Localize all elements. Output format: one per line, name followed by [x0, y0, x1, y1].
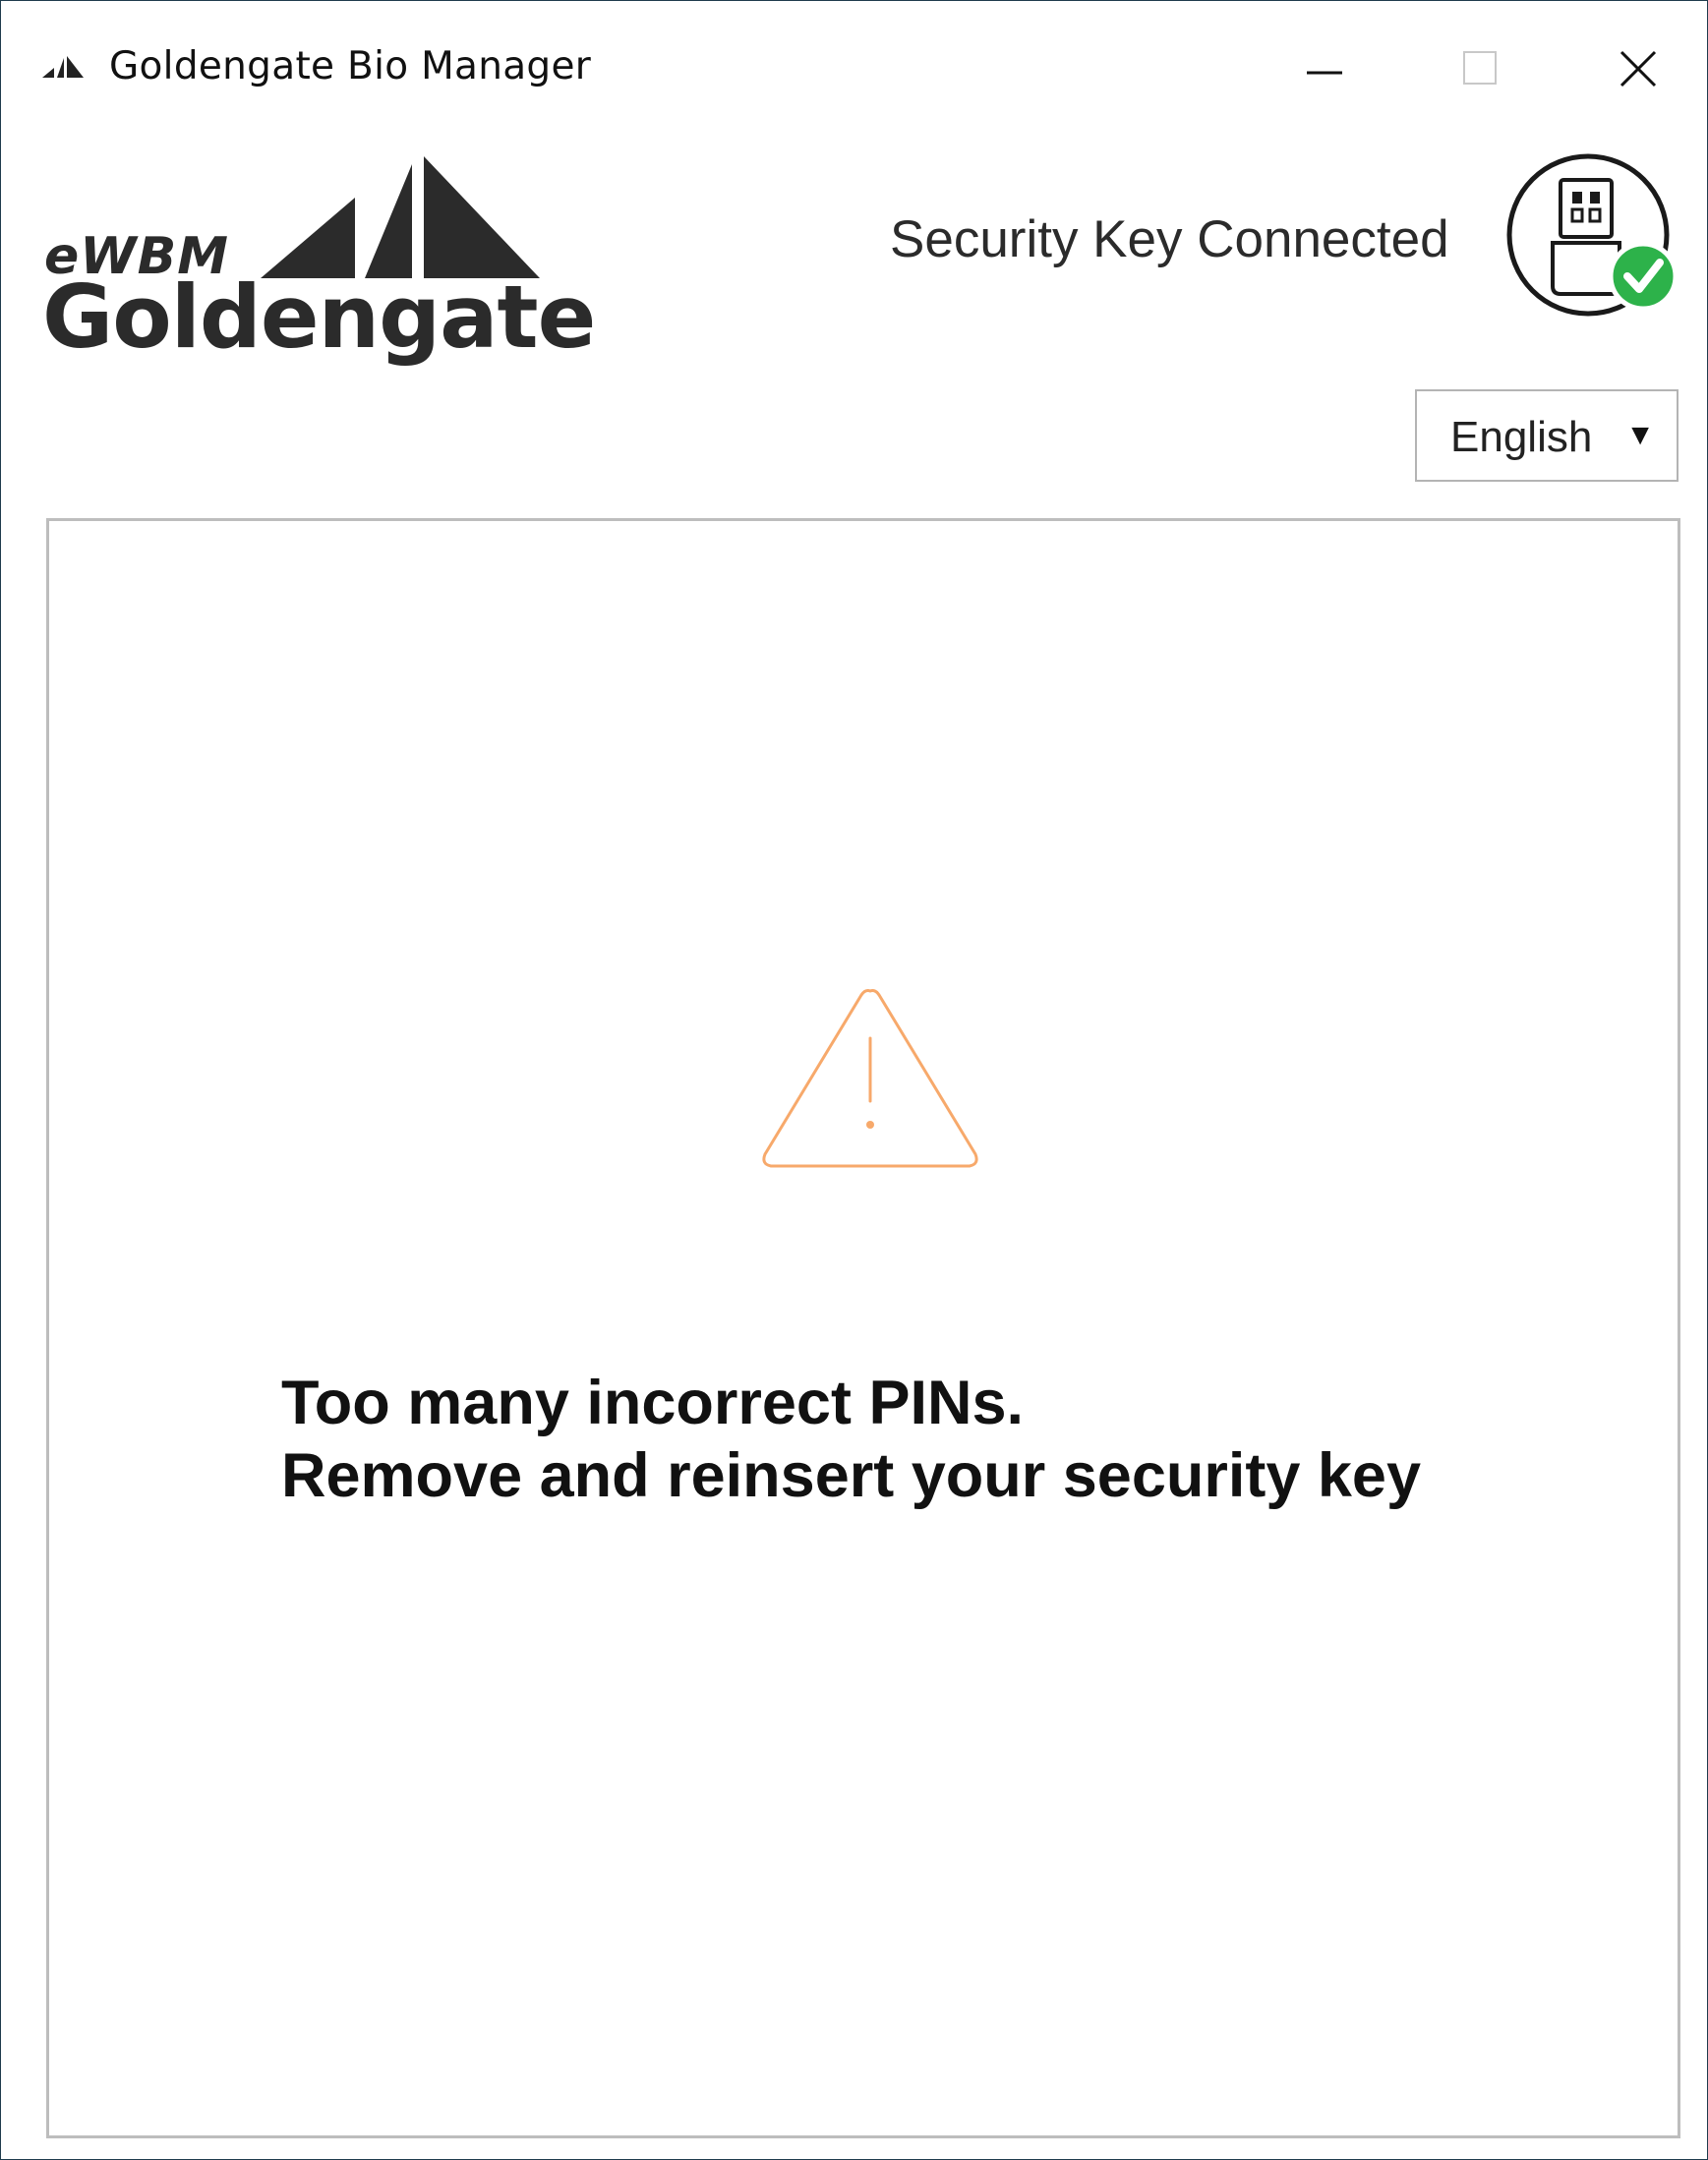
error-message-line-2: Remove and reinsert your security key	[281, 1441, 1422, 1510]
brand-logo: eWBM Goldengate	[42, 148, 596, 375]
close-button[interactable]	[1582, 30, 1690, 109]
app-logo-icon	[40, 52, 91, 82]
security-key-status: Security Key Connected	[890, 210, 1449, 268]
maximize-icon	[1463, 51, 1497, 85]
logo-mountain-icon	[261, 156, 540, 278]
title-bar[interactable]: Goldengate Bio Manager	[1, 1, 1707, 139]
maximize-button[interactable]	[1425, 30, 1533, 109]
language-selected-value: English	[1450, 413, 1593, 461]
warning-icon	[762, 989, 978, 1168]
error-message-line-1: Too many incorrect PINs.	[281, 1369, 1025, 1437]
language-select[interactable]: English ▼	[1415, 389, 1679, 482]
app-window: Goldengate Bio Manager eWBM Goldengate S…	[0, 0, 1708, 2160]
chevron-down-icon: ▼	[1625, 419, 1655, 451]
minimize-icon	[1307, 71, 1342, 75]
close-icon	[1620, 50, 1657, 88]
window-title: Goldengate Bio Manager	[109, 44, 592, 88]
usb-key-connected-icon	[1506, 153, 1679, 317]
minimize-button[interactable]	[1271, 30, 1380, 109]
message-panel: Too many incorrect PINs. Remove and rein…	[46, 518, 1680, 2138]
error-message: Too many incorrect PINs. Remove and rein…	[281, 1367, 1421, 1512]
